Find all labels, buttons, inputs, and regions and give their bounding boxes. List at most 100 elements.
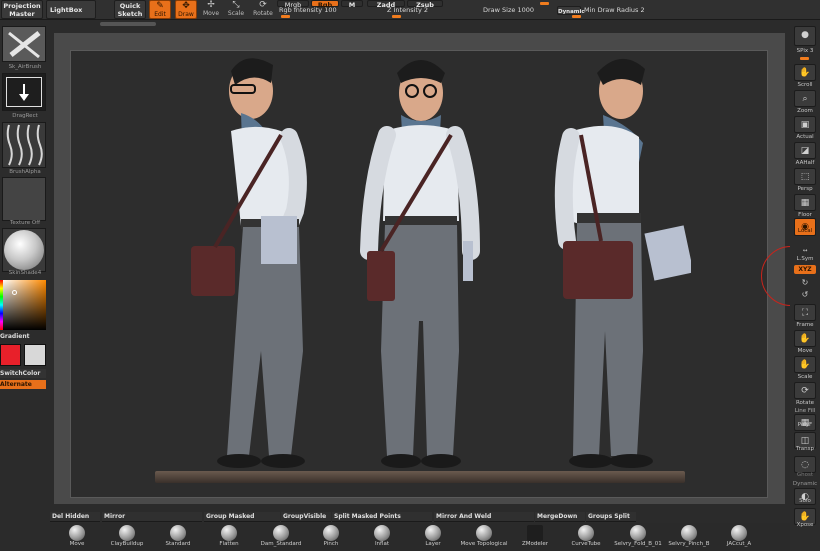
polyf-label: PolyF <box>797 422 813 428</box>
material-thumbnail[interactable] <box>2 228 46 272</box>
brush-dam-standard[interactable]: Dam_Standard <box>256 523 306 551</box>
spix-knob[interactable] <box>800 57 809 60</box>
alpha-thumbnail[interactable] <box>2 122 46 168</box>
rotate-z-icon[interactable]: ↺ <box>790 290 820 299</box>
zoom-icon: ⌕ <box>802 94 808 104</box>
spix-button[interactable]: ● <box>794 26 816 46</box>
del-hidden-button[interactable]: Del Hidden <box>50 512 100 522</box>
alpha-caption: BrushAlpha <box>9 169 41 175</box>
xyz-button[interactable]: XYZ <box>794 265 816 274</box>
rgb-intensity-slider[interactable]: Rgb Intensity 100 <box>279 6 337 14</box>
z-intensity-slider[interactable]: Z Intensity 2 <box>387 6 428 14</box>
brush-standard[interactable]: Standard <box>153 523 203 551</box>
brush-thumbnail[interactable] <box>2 26 46 62</box>
main-color-swatch[interactable] <box>0 344 21 366</box>
rotate-label: Rotate <box>795 400 814 406</box>
draw-size-slider[interactable]: Draw Size 1000 <box>483 6 534 14</box>
stroke-caption: DragRect <box>12 113 38 119</box>
rgb-intensity-knob[interactable] <box>281 15 290 18</box>
move-button[interactable]: ✋ <box>794 330 816 347</box>
lightbox-button[interactable]: LightBox <box>46 0 96 19</box>
min-draw-radius-slider[interactable]: Min Draw Radius 2 <box>584 6 645 14</box>
xpose-label: Xpose <box>796 522 814 528</box>
rotate-tool-button[interactable]: ⟳ Rotate <box>252 0 274 19</box>
texture-thumbnail[interactable] <box>2 177 46 221</box>
draw-size-knob[interactable] <box>540 2 549 5</box>
ghost-button[interactable]: ◌ <box>794 456 816 473</box>
brush-curvetube-icon <box>578 525 594 541</box>
brush-layer[interactable]: Layer <box>408 523 458 551</box>
frame-button[interactable]: ⛶ <box>794 304 816 321</box>
dynamic-label: Dynamic <box>792 481 818 487</box>
stroke-thumbnail[interactable] <box>2 73 46 111</box>
group-masked-button[interactable]: Group Masked <box>204 512 280 522</box>
brush-jaccut-icon <box>731 525 747 541</box>
gradient-label[interactable]: Gradient <box>0 333 50 341</box>
texture-caption: Texture Off <box>9 220 40 226</box>
document-canvas[interactable] <box>70 50 820 498</box>
left-shelf: Sk_AirBrush DragRect BrushAlpha Texture … <box>0 20 50 400</box>
draw-icon: ✥ <box>182 1 190 11</box>
brush-move-topological[interactable]: Move Topological <box>458 523 510 551</box>
group-visible-button[interactable]: GroupVisible <box>281 512 331 522</box>
brush-move[interactable]: Move <box>52 523 102 551</box>
character-side-view <box>191 58 307 468</box>
brush-selvry-pinch-icon <box>681 525 697 541</box>
brush-inflat[interactable]: Inflat <box>357 523 407 551</box>
zoom-label: Zoom <box>797 108 813 114</box>
brush-curvetube[interactable]: CurveTube <box>561 523 611 551</box>
brush-jaccut[interactable]: JACcut_A <box>714 523 764 551</box>
lsym-button[interactable]: ↔ <box>790 248 820 254</box>
merge-down-button[interactable]: MergeDown <box>535 512 585 522</box>
brush-zmodeler[interactable]: ZModeler <box>510 523 560 551</box>
secondary-color-swatch[interactable] <box>24 344 46 366</box>
groups-split-button[interactable]: Groups Split <box>586 512 636 522</box>
mirror-button[interactable]: Mirror <box>102 512 202 522</box>
persp-button[interactable]: ⬚ <box>794 168 816 185</box>
rotate-icon: ⟳ <box>259 0 267 10</box>
brush-flatten[interactable]: Flatten <box>204 523 254 551</box>
split-masked-points-button[interactable]: Split Masked Points <box>332 512 432 522</box>
scale-icon: ✋ <box>799 360 811 370</box>
edit-icon: ✎ <box>156 1 164 11</box>
mirror-and-weld-button[interactable]: Mirror And Weld <box>434 512 534 522</box>
draw-tool-button[interactable]: ✥ Draw <box>175 0 197 19</box>
dragrect-icon <box>6 77 42 107</box>
brush-selvry-pinch[interactable]: Selvry_Pinch_B <box>664 523 714 551</box>
material-caption: SkinShade4 <box>8 270 42 276</box>
color-picker-square[interactable] <box>2 280 46 330</box>
zoom-button[interactable]: ⌕ <box>794 90 816 107</box>
move-label: Move <box>797 348 813 354</box>
projection-master-button[interactable]: Projection Master <box>1 0 43 19</box>
brush-pinch[interactable]: Pinch <box>306 523 356 551</box>
floor-button[interactable]: ▦ <box>794 194 816 211</box>
color-picker-cursor[interactable] <box>12 290 17 295</box>
brush-inflat-icon <box>374 525 390 541</box>
actual-button[interactable]: ▣ <box>794 116 816 133</box>
brush-claybuildup[interactable]: ClayBuildup <box>102 523 152 551</box>
scale-label: Scale <box>797 374 813 380</box>
rotate-button[interactable]: ⟳ <box>794 382 816 399</box>
edit-tool-button[interactable]: ✎ Edit <box>149 0 171 19</box>
rotate-y-icon[interactable]: ↻ <box>790 278 820 287</box>
aahalf-label: AAHalf <box>795 160 815 166</box>
scroll-icon: ✋ <box>799 68 811 78</box>
scale-tool-button[interactable]: ⤡ Scale <box>225 0 247 19</box>
min-draw-radius-knob[interactable] <box>572 15 581 18</box>
dynamic-button[interactable]: Dynamic <box>557 6 585 15</box>
ghost-label: Ghost <box>796 472 814 478</box>
scroll-button[interactable]: ✋ <box>794 64 816 81</box>
switch-color-button[interactable]: SwitchColor <box>0 369 46 378</box>
m-button[interactable]: M <box>341 0 363 8</box>
horizontal-scrollbar[interactable] <box>100 22 156 26</box>
quick-sketch-button[interactable]: Quick Sketch <box>114 0 146 19</box>
hue-strip[interactable] <box>0 280 3 330</box>
scale-button[interactable]: ✋ <box>794 356 816 373</box>
move-tool-button[interactable]: ✢ Move <box>200 0 222 19</box>
z-intensity-knob[interactable] <box>392 15 401 18</box>
brush-selvry-fold[interactable]: Selvry_Fold_B_01 <box>612 523 664 551</box>
aahalf-button[interactable]: ◪ <box>794 142 816 159</box>
character-front-view <box>360 60 480 468</box>
sphere-icon: ● <box>801 30 809 40</box>
alternate-button[interactable]: Alternate <box>0 380 46 389</box>
